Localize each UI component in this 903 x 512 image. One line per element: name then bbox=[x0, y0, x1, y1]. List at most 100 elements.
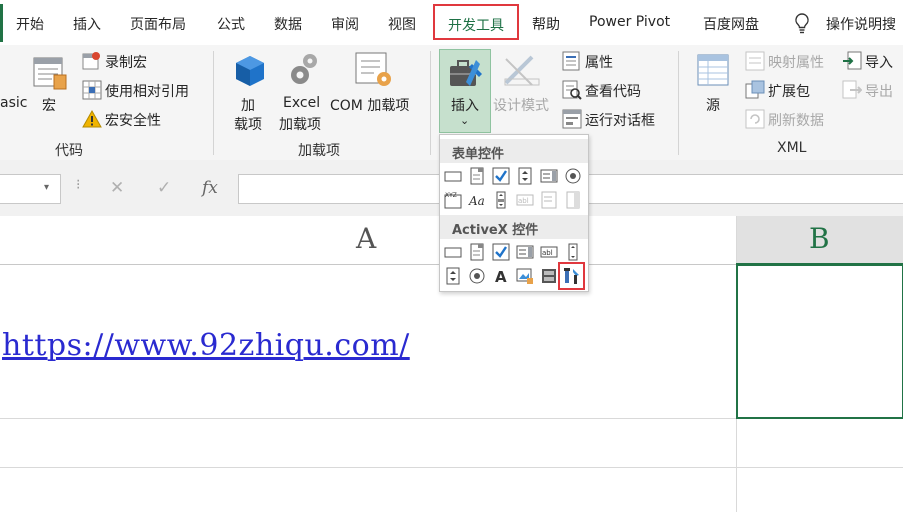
selected-cell-b[interactable] bbox=[736, 263, 903, 419]
chevron-down-icon: ⌄ bbox=[460, 114, 470, 127]
group-separator bbox=[430, 51, 431, 155]
name-box-dropdown-icon[interactable]: ▾ bbox=[44, 182, 49, 193]
group-separator bbox=[213, 51, 214, 155]
activex-toggle-button-icon[interactable] bbox=[540, 267, 558, 285]
activex-image-icon[interactable] bbox=[516, 267, 534, 285]
form-list-box-icon[interactable] bbox=[540, 167, 558, 185]
column-header-a-label: A bbox=[356, 222, 377, 255]
activex-checkbox-icon[interactable] bbox=[492, 243, 510, 261]
ribbon-tab-bar: 开始 插入 页面布局 公式 数据 审阅 视图 开发工具 帮助 Power Piv… bbox=[0, 0, 903, 46]
cancel-icon[interactable]: ✕ bbox=[110, 178, 124, 198]
activex-list-box-icon[interactable] bbox=[516, 243, 534, 261]
import-button[interactable]: 导入 bbox=[865, 52, 893, 72]
column-header-b-label: B bbox=[809, 222, 830, 255]
tab-insert[interactable]: 插入 bbox=[73, 14, 101, 34]
macros-icon[interactable] bbox=[32, 55, 68, 91]
tab-developer[interactable]: 开发工具 bbox=[433, 4, 519, 40]
tab-review[interactable]: 审阅 bbox=[331, 14, 359, 34]
import-icon bbox=[843, 51, 862, 70]
form-label-icon[interactable]: Aa bbox=[468, 191, 486, 209]
column-header-a[interactable]: A bbox=[0, 216, 736, 265]
activex-label-icon[interactable]: A bbox=[492, 267, 510, 285]
activex-text-box-icon[interactable]: abl bbox=[540, 243, 558, 261]
insert-label: 插入 bbox=[451, 98, 479, 114]
activex-combo-box-icon[interactable] bbox=[468, 243, 486, 261]
tab-power-pivot[interactable]: Power Pivot bbox=[589, 14, 670, 30]
macros-button[interactable]: 宏 bbox=[42, 95, 56, 115]
svg-text:abl: abl bbox=[542, 249, 553, 257]
excel-addins-label-2[interactable]: 加载项 bbox=[279, 114, 321, 134]
activex-option-button-icon[interactable] bbox=[468, 267, 486, 285]
run-dialog-button[interactable]: 运行对话框 bbox=[585, 110, 655, 130]
insert-controls-button[interactable]: 插入 ⌄ bbox=[439, 49, 491, 133]
form-checkbox-icon[interactable] bbox=[492, 167, 510, 185]
form-combo-box-icon[interactable] bbox=[468, 167, 486, 185]
refresh-data-icon bbox=[745, 109, 765, 129]
properties-icon bbox=[562, 51, 580, 71]
design-mode-button[interactable]: 设计模式 bbox=[493, 95, 549, 115]
com-addins-button[interactable]: COM 加载项 bbox=[330, 95, 409, 115]
relative-ref-button[interactable]: 使用相对引用 bbox=[105, 81, 189, 101]
column-header-b[interactable]: B bbox=[737, 216, 903, 266]
svg-text:A: A bbox=[495, 268, 507, 285]
macro-security-button[interactable]: 宏安全性 bbox=[105, 110, 161, 130]
export-icon bbox=[842, 80, 862, 99]
tab-data[interactable]: 数据 bbox=[274, 14, 302, 34]
visual-basic-button[interactable]: asic bbox=[0, 95, 27, 111]
form-combo-dropdown-icon bbox=[566, 191, 580, 209]
group-separator bbox=[678, 51, 679, 155]
relative-ref-icon bbox=[82, 80, 102, 100]
view-code-icon bbox=[562, 80, 582, 100]
tab-home[interactable]: 开始 bbox=[16, 14, 44, 34]
form-option-button-icon[interactable] bbox=[564, 167, 582, 185]
form-scroll-bar-icon[interactable] bbox=[492, 191, 510, 209]
activex-button-icon[interactable] bbox=[444, 243, 462, 261]
addins-label-2[interactable]: 载项 bbox=[234, 114, 262, 134]
xml-source-icon bbox=[697, 54, 729, 86]
tab-view[interactable]: 视图 bbox=[388, 14, 416, 34]
tab-page-layout[interactable]: 页面布局 bbox=[130, 14, 186, 34]
activex-spin-button-icon[interactable] bbox=[444, 267, 462, 285]
tab-help[interactable]: 帮助 bbox=[532, 14, 560, 34]
addins-cube-icon bbox=[236, 56, 264, 86]
export-button[interactable]: 导出 bbox=[865, 81, 893, 101]
form-spin-button-icon[interactable] bbox=[516, 167, 534, 185]
map-properties-icon bbox=[745, 51, 765, 71]
row-divider bbox=[0, 467, 903, 468]
form-controls-title: 表单控件 bbox=[452, 147, 505, 162]
name-box[interactable]: ▾ bbox=[0, 174, 61, 204]
svg-text:abl: abl bbox=[518, 197, 529, 205]
xml-source-button[interactable]: 源 bbox=[706, 95, 720, 115]
insert-function-icon[interactable]: fx bbox=[202, 178, 218, 198]
lightbulb-icon bbox=[795, 13, 809, 34]
properties-button[interactable]: 属性 bbox=[585, 52, 613, 72]
run-dialog-icon bbox=[562, 109, 582, 129]
toolbox-icon bbox=[450, 60, 482, 86]
tab-developer-label: 开发工具 bbox=[448, 18, 504, 34]
enter-icon[interactable]: ✓ bbox=[157, 178, 171, 198]
tell-me-search[interactable]: 操作说明搜 bbox=[826, 14, 896, 34]
form-controls-header: 表单控件 bbox=[440, 139, 588, 163]
map-properties-button[interactable]: 映射属性 bbox=[768, 52, 824, 72]
refresh-data-button[interactable]: 刷新数据 bbox=[768, 110, 824, 130]
tab-formulas[interactable]: 公式 bbox=[217, 14, 245, 34]
more-controls-highlight bbox=[558, 262, 585, 290]
addins-label-1[interactable]: 加 bbox=[241, 95, 255, 115]
activex-controls-title: ActiveX 控件 bbox=[452, 223, 539, 238]
tab-baidu-netdisk[interactable]: 百度网盘 bbox=[703, 14, 759, 34]
hyperlink-cell[interactable]: https://www.92zhiqu.com/ bbox=[2, 328, 410, 363]
form-button-icon[interactable] bbox=[444, 167, 462, 185]
design-mode-icon bbox=[504, 55, 540, 86]
view-code-button[interactable]: 查看代码 bbox=[585, 81, 641, 101]
group-label-addins: 加载项 bbox=[298, 143, 340, 159]
form-group-box-icon[interactable]: XYZ bbox=[444, 191, 462, 209]
activex-scroll-bar-icon[interactable] bbox=[564, 243, 582, 261]
svg-text:Aa: Aa bbox=[468, 194, 485, 208]
activex-controls-header: ActiveX 控件 bbox=[440, 215, 588, 239]
warning-icon bbox=[82, 109, 102, 128]
excel-addins-label-1[interactable]: Excel bbox=[283, 95, 320, 111]
record-macro-button[interactable]: 录制宏 bbox=[105, 52, 147, 72]
svg-text:XYZ: XYZ bbox=[445, 192, 457, 199]
expansion-pack-button[interactable]: 扩展包 bbox=[768, 81, 810, 101]
expansion-pack-icon bbox=[745, 80, 765, 99]
